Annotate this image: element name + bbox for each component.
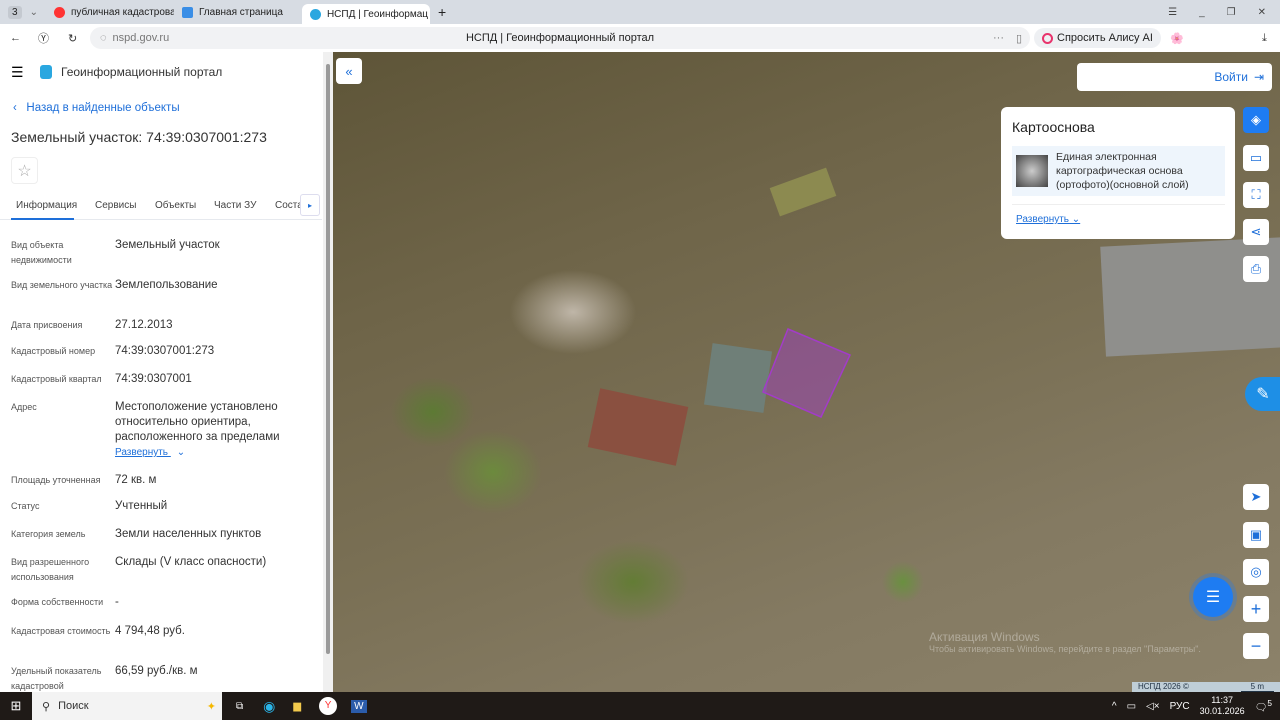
select-area-button[interactable]: ⛶ bbox=[1243, 182, 1269, 208]
windows-taskbar: ⊞ ⚲ Поиск ✦ ⧉ ◉ ▆ Y W ^ ▭ ◁× РУС 11:37 30.01.… bbox=[0, 692, 1280, 720]
tray-chevron-icon[interactable]: ^ bbox=[1112, 701, 1117, 712]
minimap-button[interactable]: ▣ bbox=[1243, 522, 1269, 548]
print-button[interactable]: ⎙ bbox=[1243, 256, 1269, 282]
task-view-icon[interactable]: ⧉ bbox=[236, 701, 243, 712]
site-icon bbox=[181, 6, 193, 18]
locate-search-button[interactable]: ◎ bbox=[1243, 559, 1269, 585]
ruler-button[interactable]: ▭ bbox=[1243, 145, 1269, 171]
yandex-browser-icon[interactable]: Y bbox=[319, 697, 338, 715]
field-assign-date: Дата присвоения 27.12.2013 bbox=[11, 319, 173, 331]
field-land-category: Категория земель Земли населенных пунктов bbox=[11, 528, 262, 540]
tabs-scroll-right-button[interactable]: ▸ bbox=[300, 194, 320, 216]
field-specific-value: Удельный показатель кадастровой 66,59 руб… bbox=[11, 665, 198, 691]
extension-icon[interactable]: 🌸 bbox=[1170, 32, 1184, 45]
share-button[interactable]: ⋖ bbox=[1243, 219, 1269, 245]
tab-composition[interactable]: Соста bbox=[275, 200, 303, 211]
login-button[interactable]: Войти ⇥ bbox=[1077, 63, 1272, 91]
tab-parts[interactable]: Части ЗУ bbox=[214, 200, 256, 211]
favorite-star-button[interactable]: ☆ bbox=[11, 157, 38, 184]
map-view[interactable]: « Войти ⇥ Картооснова Единая электронная … bbox=[333, 52, 1280, 692]
field-status: Статус Учтенный bbox=[11, 500, 168, 512]
help-widget-icon[interactable]: ✎ bbox=[1245, 377, 1280, 411]
ask-alice-button[interactable]: Спросить Алису AI bbox=[1034, 28, 1161, 48]
minimize-icon[interactable]: _ bbox=[1199, 7, 1205, 18]
tab-main-page[interactable]: Главная страница bbox=[174, 2, 302, 22]
url-field[interactable]: ◌ nspd.gov.ru НСПД | Геоинформационный п… bbox=[90, 27, 1030, 49]
network-icon[interactable]: ▭ bbox=[1127, 701, 1136, 712]
bookmark-icon[interactable]: ▯ bbox=[1016, 32, 1022, 45]
info-tabs: Информация Сервисы Объекты Части ЗУ Сост… bbox=[0, 192, 322, 220]
panel-scrollbar[interactable] bbox=[323, 52, 333, 692]
portal-title: Геоинформационный портал bbox=[61, 65, 223, 79]
nspd-icon bbox=[309, 8, 321, 20]
field-object-type: Вид объекта недвижимости Земельный участо… bbox=[11, 239, 220, 265]
alice-icon bbox=[1042, 32, 1053, 44]
browser-tab-bar: 3 ⌄ публичная кадастровая Главная страни… bbox=[0, 0, 1280, 24]
tab-services[interactable]: Сервисы bbox=[95, 200, 136, 211]
back-icon[interactable]: ← bbox=[10, 32, 21, 44]
scale-bar: 5 m bbox=[1240, 682, 1274, 692]
field-permitted-use: Вид разрешенного использования Склады (V … bbox=[11, 556, 267, 582]
file-explorer-icon[interactable]: ▆ bbox=[293, 701, 301, 712]
downloads-icon[interactable]: ⤓ bbox=[1262, 32, 1267, 45]
scrollbar-thumb[interactable] bbox=[326, 64, 330, 654]
language-indicator[interactable]: РУС bbox=[1170, 701, 1190, 712]
windows-start-icon[interactable]: ⊞ bbox=[0, 698, 32, 714]
portal-logo-icon bbox=[40, 65, 52, 79]
restore-icon[interactable]: ❐ bbox=[1227, 7, 1236, 18]
active-tab-indicator bbox=[11, 218, 74, 220]
chat-button[interactable]: ☰ bbox=[1193, 577, 1233, 617]
field-cadastral-number: Кадастровый номер 74:39:0307001:273 bbox=[11, 345, 215, 357]
basemap-card: Картооснова Единая электронная картограф… bbox=[1001, 107, 1235, 239]
reload-icon[interactable]: ↻ bbox=[68, 32, 77, 45]
tab-count-button[interactable]: 3 bbox=[8, 5, 22, 19]
field-area: Площадь уточненная 72 кв. м bbox=[11, 474, 157, 486]
zoom-in-button[interactable]: + bbox=[1243, 596, 1269, 622]
object-info-panel: ☰ Геоинформационный портал ‹ Назад в най… bbox=[0, 52, 333, 692]
layers-button[interactable]: ◈ bbox=[1243, 107, 1269, 133]
basemap-expand-link[interactable]: Развернуть ⌄ bbox=[1016, 214, 1080, 225]
address-bar: ← Ⓨ ↻ ◌ nspd.gov.ru НСПД | Геоинформацио… bbox=[0, 24, 1280, 52]
field-ownership: Форма собственности - bbox=[11, 596, 119, 608]
collapse-panel-button[interactable]: « bbox=[336, 58, 362, 84]
tab-information[interactable]: Информация bbox=[16, 200, 77, 211]
search-icon: ⚲ bbox=[42, 700, 51, 713]
yandex-logo-icon[interactable]: Ⓨ bbox=[38, 30, 49, 46]
address-expand-link[interactable]: Развернуть ⌄ bbox=[115, 447, 185, 458]
more-icon[interactable]: ··· bbox=[993, 32, 1004, 44]
field-cadastral-value: Кадастровая стоимость 4 794,48 руб. bbox=[11, 625, 185, 637]
zoom-out-button[interactable]: − bbox=[1243, 633, 1269, 659]
yandex-icon bbox=[53, 6, 65, 18]
tab-cadastral-search[interactable]: публичная кадастровая bbox=[46, 2, 174, 22]
field-cadastral-block: Кадастровый квартал 74:39:0307001 bbox=[11, 373, 192, 385]
clock[interactable]: 11:37 30.01.2026 bbox=[1200, 695, 1245, 717]
field-address: Адрес Местоположение установлено относите… bbox=[11, 401, 280, 443]
hamburger-menu-icon[interactable]: ☰ bbox=[11, 64, 24, 81]
tabs-dropdown-icon[interactable]: ⌄ bbox=[30, 7, 38, 18]
parcel-polygon[interactable] bbox=[762, 328, 852, 418]
login-icon: ⇥ bbox=[1253, 70, 1264, 84]
edge-icon[interactable]: ◉ bbox=[263, 698, 275, 715]
field-parcel-type: Вид земельного участка Землепользование bbox=[11, 279, 218, 291]
word-icon[interactable]: W bbox=[351, 699, 367, 713]
chevron-down-icon: ⌄ bbox=[176, 447, 186, 458]
menu-icon[interactable]: ☰ bbox=[1168, 7, 1177, 18]
orthophoto-thumbnail bbox=[1016, 155, 1048, 187]
tab-nspd[interactable]: НСПД | Геоинформац✕ bbox=[301, 4, 430, 24]
object-title: Земельный участок: 74:39:0307001:273 bbox=[11, 129, 267, 145]
basemap-layer-item[interactable]: Единая электронная картографическая осно… bbox=[1012, 146, 1225, 196]
tab-objects[interactable]: Объекты bbox=[155, 200, 196, 211]
new-tab-button[interactable]: + bbox=[438, 4, 446, 20]
windows-watermark: Активация Windows Чтобы активировать Wind… bbox=[929, 630, 1201, 654]
taskbar-search[interactable]: ⚲ Поиск ✦ bbox=[32, 692, 222, 720]
basemap-title: Картооснова bbox=[1012, 119, 1095, 135]
back-to-results-link[interactable]: ‹ Назад в найденные объекты bbox=[13, 102, 180, 114]
notifications-icon[interactable]: 🗨5 bbox=[1255, 698, 1272, 713]
map-attribution: НСПД 2026 © 5 m bbox=[1132, 682, 1280, 692]
volume-muted-icon[interactable]: ◁× bbox=[1146, 701, 1160, 712]
close-window-icon[interactable]: ✕ bbox=[1258, 7, 1266, 18]
geolocation-button[interactable]: ➤ bbox=[1243, 484, 1269, 510]
